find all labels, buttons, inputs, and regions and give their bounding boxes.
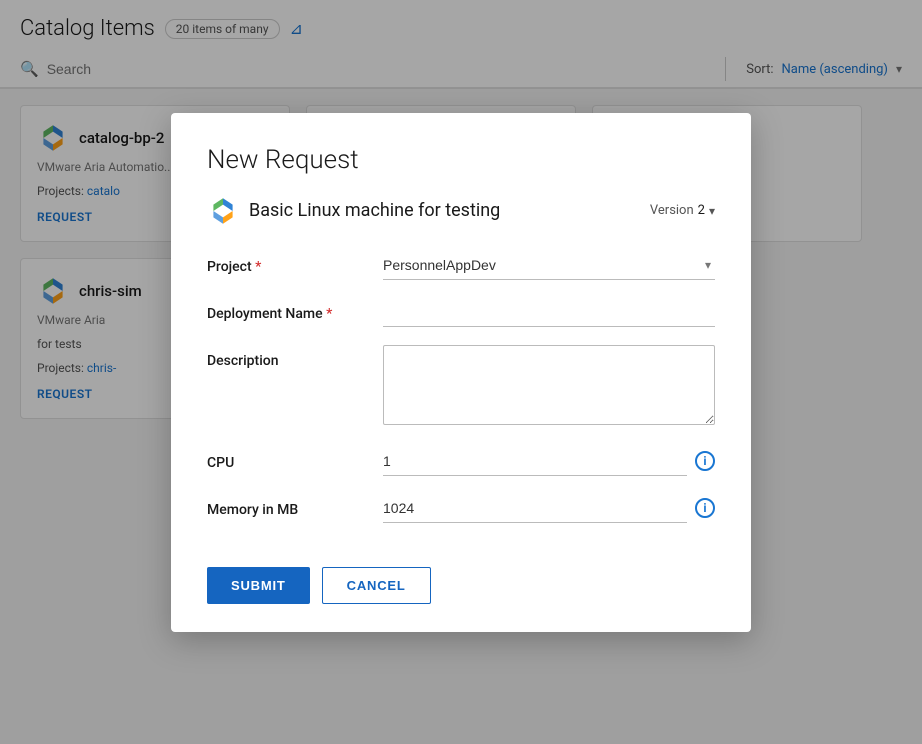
modal-footer: SUBMIT CANCEL xyxy=(207,551,715,604)
description-textarea[interactable] xyxy=(383,345,715,425)
project-required-star: * xyxy=(255,259,261,275)
cpu-input[interactable] xyxy=(383,447,687,476)
memory-info-icon[interactable]: i xyxy=(695,498,715,518)
description-control-wrap xyxy=(383,345,715,429)
memory-input[interactable] xyxy=(383,494,687,523)
cancel-button[interactable]: CANCEL xyxy=(322,567,431,604)
version-selector[interactable]: Version 2 ▾ xyxy=(650,203,715,218)
deployment-name-field-row: Deployment Name * xyxy=(207,298,715,327)
memory-label: Memory in MB xyxy=(207,494,367,518)
deployment-name-input[interactable] xyxy=(383,298,715,327)
blueprint-icon xyxy=(207,195,239,227)
modal-subtitle-row: Basic Linux machine for testing Version … xyxy=(207,195,715,227)
version-chevron-icon: ▾ xyxy=(709,204,715,218)
description-field-row: Description xyxy=(207,345,715,429)
modal-title: New Request xyxy=(207,145,715,175)
cpu-label: CPU xyxy=(207,447,367,471)
new-request-modal: New Request Basic Linux machine for test… xyxy=(171,113,751,632)
memory-control-wrap: i xyxy=(383,494,715,523)
deployment-name-control-wrap xyxy=(383,298,715,327)
cpu-field-row: CPU i xyxy=(207,447,715,476)
project-select[interactable]: PersonnelAppDev xyxy=(383,251,715,280)
version-label: Version xyxy=(650,203,694,218)
project-field-row: Project * PersonnelAppDev ▾ xyxy=(207,251,715,280)
modal-overlay: New Request Basic Linux machine for test… xyxy=(0,0,922,744)
memory-field-row: Memory in MB i xyxy=(207,494,715,523)
project-label: Project * xyxy=(207,251,367,275)
cpu-info-icon[interactable]: i xyxy=(695,451,715,471)
deployment-required-star: * xyxy=(326,306,332,322)
submit-button[interactable]: SUBMIT xyxy=(207,567,310,604)
description-label: Description xyxy=(207,345,367,369)
version-value: 2 xyxy=(698,203,705,218)
cpu-control-wrap: i xyxy=(383,447,715,476)
blueprint-name: Basic Linux machine for testing xyxy=(249,200,500,221)
project-control-wrap: PersonnelAppDev ▾ xyxy=(383,251,715,280)
deployment-name-label: Deployment Name * xyxy=(207,298,367,322)
